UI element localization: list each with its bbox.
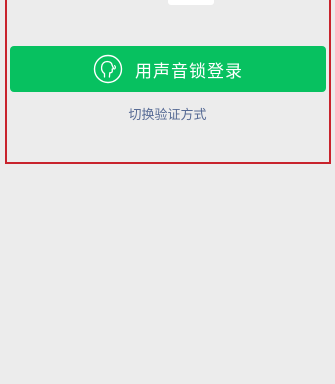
switch-verification-method-link[interactable]: 切换验证方式 (0, 104, 335, 123)
voice-lock-login-button[interactable]: 用声音锁登录 (10, 46, 326, 92)
voice-login-screen: 用声音锁登录 切换验证方式 (0, 0, 335, 384)
voice-head-icon (93, 54, 123, 84)
voice-lock-login-label: 用声音锁登录 (135, 61, 243, 82)
